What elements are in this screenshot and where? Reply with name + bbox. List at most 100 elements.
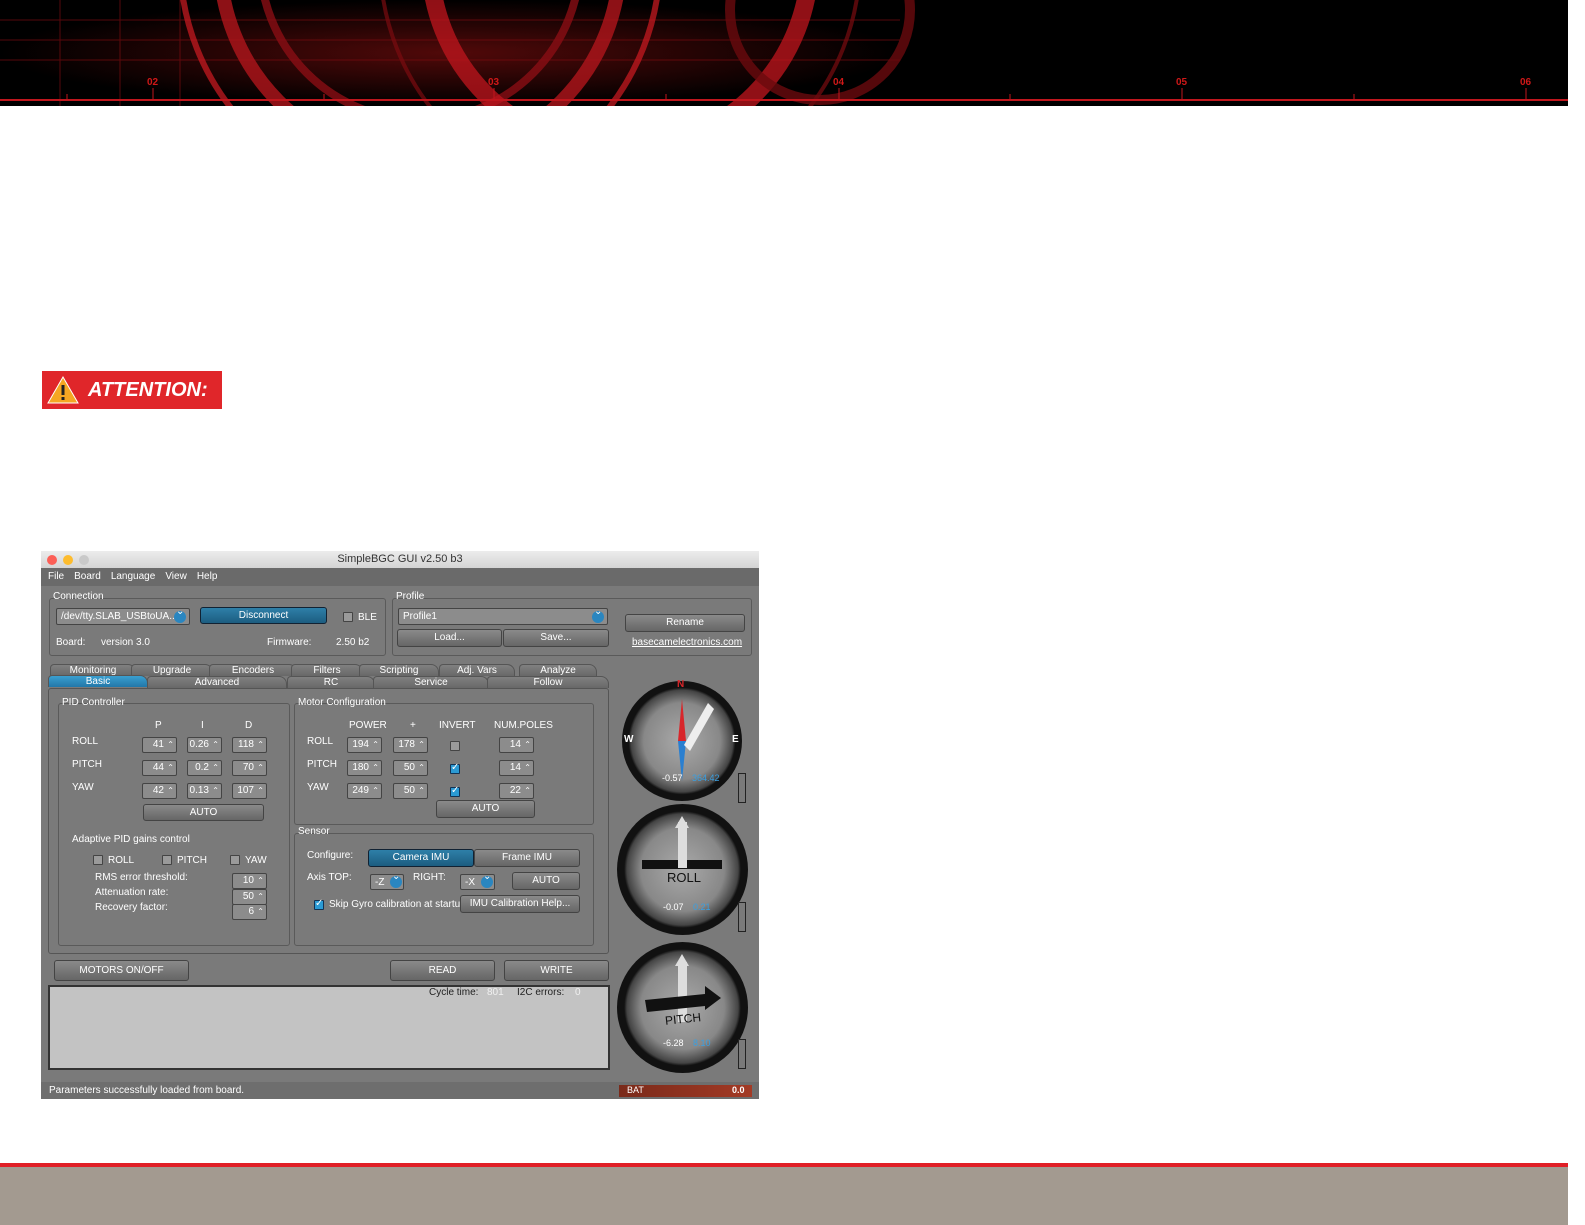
motor-pitch-power[interactable]: 180 bbox=[347, 760, 382, 776]
board-value: version 3.0 bbox=[101, 637, 150, 648]
pid-roll-d[interactable]: 118 bbox=[232, 737, 267, 753]
pid-row-label-yaw: YAW bbox=[72, 782, 94, 793]
window-titlebar: SimpleBGC GUI v2.50 b3 bbox=[41, 551, 759, 568]
ble-checkbox[interactable] bbox=[343, 612, 353, 622]
port-select[interactable]: /dev/tty.SLAB_USBtoUA... bbox=[56, 608, 190, 625]
minimize-window-button[interactable] bbox=[63, 555, 73, 565]
attenuation-rate-input[interactable]: 50 bbox=[232, 889, 267, 905]
motor-roll-poles[interactable]: 14 bbox=[499, 737, 534, 753]
camera-imu-button[interactable]: Camera IMU bbox=[368, 849, 474, 867]
skip-gyro-checkbox[interactable] bbox=[314, 898, 324, 910]
adaptive-pitch-label: PITCH bbox=[177, 855, 207, 866]
motor-yaw-invert-checkbox[interactable] bbox=[450, 785, 460, 797]
pid-auto-button[interactable]: AUTO bbox=[143, 804, 264, 821]
banner-tick-label: 04 bbox=[833, 77, 845, 88]
banner-graphic bbox=[0, 0, 1568, 106]
menu-board[interactable]: Board bbox=[74, 571, 101, 582]
motor-yaw-power[interactable]: 249 bbox=[347, 783, 382, 799]
profile-select[interactable]: Profile1 bbox=[398, 608, 608, 625]
pid-roll-p[interactable]: 41 bbox=[142, 737, 177, 753]
motor-auto-button[interactable]: AUTO bbox=[436, 800, 535, 818]
roll-right-value: 0.21 bbox=[693, 902, 711, 912]
motor-header-plus: + bbox=[410, 720, 416, 731]
motor-yaw-plus[interactable]: 50 bbox=[393, 783, 428, 799]
pid-header-i: I bbox=[201, 720, 204, 731]
tab-basic[interactable]: Basic bbox=[48, 675, 148, 687]
motor-roll-plus[interactable]: 178 bbox=[393, 737, 428, 753]
pid-yaw-p[interactable]: 42 bbox=[142, 783, 177, 799]
compass-w-label: W bbox=[624, 734, 634, 745]
menu-help[interactable]: Help bbox=[197, 571, 218, 582]
motor-roll-power[interactable]: 194 bbox=[347, 737, 382, 753]
pid-roll-i[interactable]: 0.26 bbox=[187, 737, 222, 753]
tab-scripting[interactable]: Scripting bbox=[359, 664, 439, 676]
tab-service[interactable]: Service bbox=[373, 676, 489, 688]
zoom-window-button[interactable] bbox=[79, 555, 89, 565]
cycle-time-value: 801 bbox=[487, 987, 504, 998]
motor-roll-invert-checkbox[interactable] bbox=[450, 741, 460, 751]
motor-pitch-invert-checkbox[interactable] bbox=[450, 762, 460, 774]
rms-threshold-label: RMS error threshold: bbox=[95, 872, 188, 883]
roll-label: ROLL bbox=[667, 870, 701, 885]
chevron-down-icon[interactable] bbox=[390, 871, 402, 888]
motor-header-invert: INVERT bbox=[439, 720, 476, 731]
compass-n-label: N bbox=[677, 679, 685, 690]
motor-yaw-poles[interactable]: 22 bbox=[499, 783, 534, 799]
tab-upgrade[interactable]: Upgrade bbox=[131, 664, 213, 676]
chevron-down-icon[interactable] bbox=[174, 606, 186, 623]
disconnect-button[interactable]: Disconnect bbox=[200, 607, 327, 624]
motor-pitch-poles[interactable]: 14 bbox=[499, 760, 534, 776]
motor-header-power: POWER bbox=[349, 720, 387, 731]
pid-pitch-i[interactable]: 0.2 bbox=[187, 760, 222, 776]
page-footer bbox=[0, 1163, 1568, 1225]
profile-group-label: Profile bbox=[396, 591, 425, 602]
motor-pitch-plus[interactable]: 50 bbox=[393, 760, 428, 776]
tab-follow[interactable]: Follow bbox=[487, 676, 609, 688]
tab-filters[interactable]: Filters bbox=[291, 664, 363, 676]
port-value: /dev/tty.SLAB_USBtoUA... bbox=[61, 611, 178, 622]
website-link[interactable]: basecamelectronics.com bbox=[632, 637, 742, 648]
frame-imu-button[interactable]: Frame IMU bbox=[474, 849, 580, 867]
compass-needle-icon bbox=[678, 699, 714, 781]
chevron-down-icon[interactable] bbox=[481, 871, 493, 888]
rename-profile-button[interactable]: Rename bbox=[625, 614, 745, 632]
motor-header-poles: NUM.POLES bbox=[494, 720, 553, 731]
menu-language[interactable]: Language bbox=[111, 571, 156, 582]
menu-file[interactable]: File bbox=[48, 571, 64, 582]
pid-pitch-p[interactable]: 44 bbox=[142, 760, 177, 776]
window-title: SimpleBGC GUI v2.50 b3 bbox=[337, 553, 463, 565]
adaptive-roll-checkbox[interactable] bbox=[93, 855, 103, 865]
adaptive-pid-label: Adaptive PID gains control bbox=[72, 834, 190, 845]
close-window-button[interactable] bbox=[47, 555, 57, 565]
firmware-value: 2.50 b2 bbox=[336, 637, 370, 648]
menu-view[interactable]: View bbox=[165, 571, 187, 582]
tab-adj-vars[interactable]: Adj. Vars bbox=[439, 664, 515, 676]
tab-encoders[interactable]: Encoders bbox=[209, 664, 297, 676]
pid-yaw-i[interactable]: 0.13 bbox=[187, 783, 222, 799]
read-button[interactable]: READ bbox=[390, 960, 495, 981]
rms-threshold-input[interactable]: 10 bbox=[232, 873, 267, 889]
save-profile-button[interactable]: Save... bbox=[503, 629, 609, 647]
recovery-factor-input[interactable]: 6 bbox=[232, 904, 267, 920]
load-profile-button[interactable]: Load... bbox=[397, 629, 502, 647]
skip-gyro-label: Skip Gyro calibration at startu bbox=[329, 899, 461, 910]
pid-pitch-d[interactable]: 70 bbox=[232, 760, 267, 776]
tab-analyze[interactable]: Analyze bbox=[519, 664, 597, 676]
adaptive-pitch-checkbox[interactable] bbox=[162, 855, 172, 865]
yaw-compass-gauge: N W E -0.57 364.42 bbox=[622, 679, 742, 801]
connection-group-label: Connection bbox=[53, 591, 104, 602]
chevron-down-icon[interactable] bbox=[592, 606, 604, 623]
motors-on-off-button[interactable]: MOTORS ON/OFF bbox=[54, 960, 189, 981]
tab-rc[interactable]: RC bbox=[287, 676, 375, 688]
tab-advanced[interactable]: Advanced bbox=[147, 676, 287, 688]
imu-calibration-help-button[interactable]: IMU Calibration Help... bbox=[460, 895, 580, 913]
right-label: RIGHT: bbox=[413, 872, 446, 883]
adaptive-yaw-checkbox[interactable] bbox=[230, 855, 240, 865]
yaw-level-bar bbox=[738, 773, 746, 803]
pid-yaw-d[interactable]: 107 bbox=[232, 783, 267, 799]
write-button[interactable]: WRITE bbox=[504, 960, 609, 981]
axis-auto-button[interactable]: AUTO bbox=[512, 872, 580, 890]
adaptive-yaw-label: YAW bbox=[245, 855, 267, 866]
pid-row-label-roll: ROLL bbox=[72, 736, 99, 747]
configure-label: Configure: bbox=[307, 850, 354, 861]
